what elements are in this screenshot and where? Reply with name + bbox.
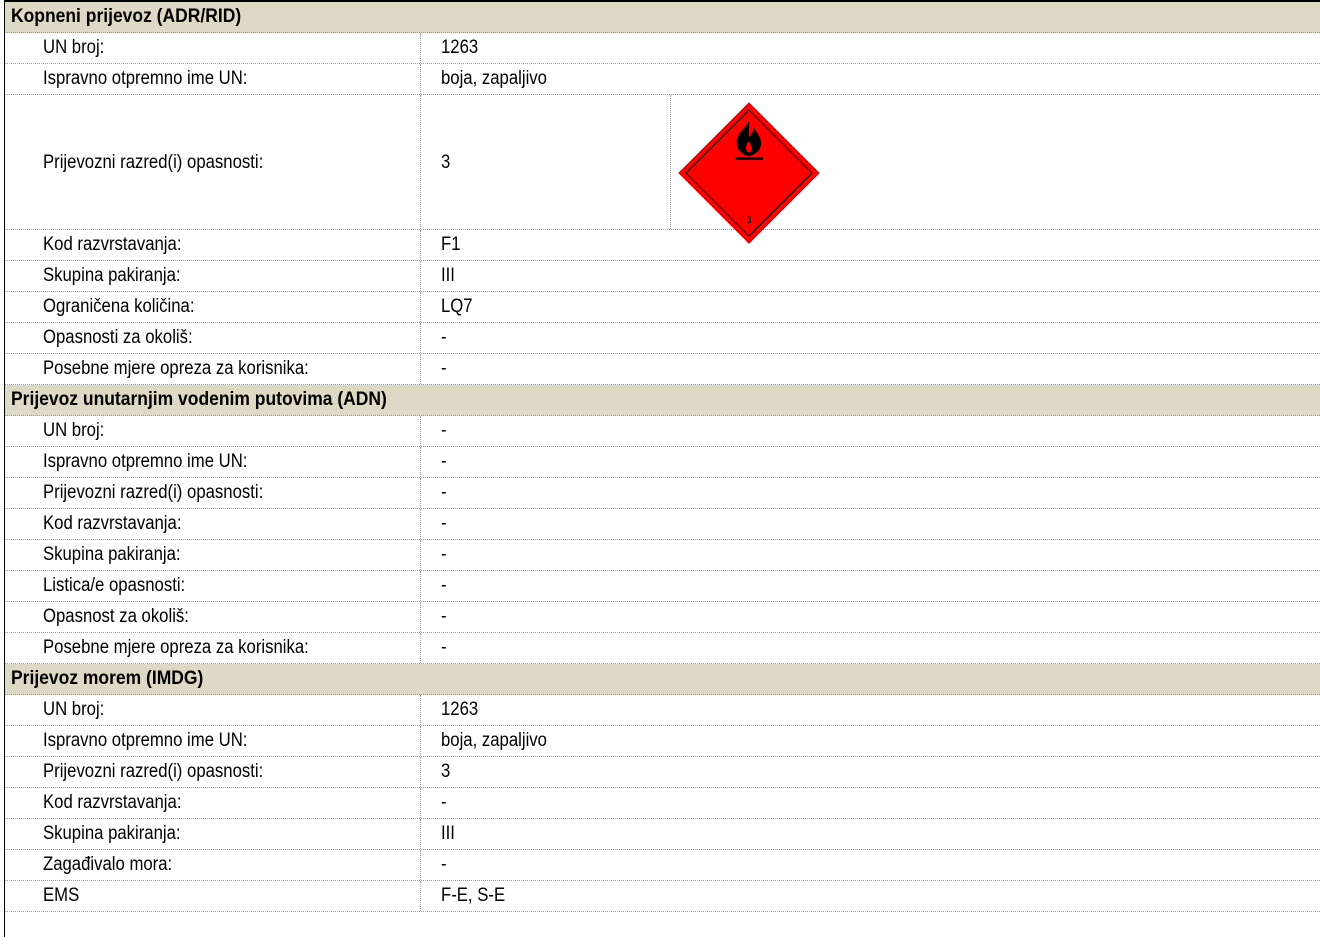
table-row: Skupina pakiranja: III	[5, 819, 1320, 850]
transport-info-table: Kopneni prijevoz (ADR/RID) UN broj: 1263…	[4, 0, 1320, 937]
table-row: Opasnosti za okoliš: -	[5, 323, 1320, 354]
section-header-imdg: Prijevoz morem (IMDG)	[5, 664, 1320, 695]
table-row: Ispravno otpremno ime UN: boja, zapaljiv…	[5, 64, 1320, 95]
table-row: EMS F-E, S-E	[5, 881, 1320, 912]
table-row: Opasnost za okoliš: -	[5, 602, 1320, 633]
row-value: III	[441, 265, 455, 286]
row-label: Prijevozni razred(i) opasnosti:	[5, 95, 421, 229]
row-value: boja, zapaljivo	[441, 730, 547, 751]
table-row-hazard-class: Prijevozni razred(i) opasnosti: 3	[5, 95, 1320, 230]
table-row: Prijevozni razred(i) opasnosti: -	[5, 478, 1320, 509]
row-value: 3	[441, 761, 451, 782]
table-row: Ispravno otpremno ime UN: boja, zapaljiv…	[5, 726, 1320, 757]
row-value: -	[441, 606, 447, 627]
row-value: -	[441, 575, 447, 596]
table-row: Prijevozni razred(i) opasnosti: 3	[5, 757, 1320, 788]
row-value: -	[441, 513, 447, 534]
row-label: Prijevozni razred(i) opasnosti:	[5, 478, 421, 508]
row-label: Prijevozni razred(i) opasnosti:	[5, 757, 421, 787]
row-value: -	[441, 327, 447, 348]
row-value: boja, zapaljivo	[441, 68, 547, 89]
row-value: III	[441, 823, 455, 844]
row-value: -	[441, 420, 447, 441]
row-label: Skupina pakiranja:	[5, 261, 421, 291]
row-label: UN broj:	[5, 695, 421, 725]
row-value: -	[441, 854, 447, 875]
section-header-adr-rid: Kopneni prijevoz (ADR/RID)	[5, 2, 1320, 33]
row-value: LQ7	[441, 296, 473, 317]
table-row: UN broj: -	[5, 416, 1320, 447]
svg-text:3: 3	[746, 215, 751, 225]
table-row: Posebne mjere opreza za korisnika: -	[5, 354, 1320, 385]
row-label: Ispravno otpremno ime UN:	[5, 64, 421, 94]
table-row: Kod razvrstavanja: -	[5, 509, 1320, 540]
row-value: -	[441, 482, 447, 503]
row-value: -	[441, 637, 447, 658]
table-row: Zagađivalo mora: -	[5, 850, 1320, 881]
row-label: Skupina pakiranja:	[5, 540, 421, 570]
table-row: Kod razvrstavanja: F1	[5, 230, 1320, 261]
row-label: Ispravno otpremno ime UN:	[5, 447, 421, 477]
table-row: Listica/e opasnosti: -	[5, 571, 1320, 602]
row-label: Skupina pakiranja:	[5, 819, 421, 849]
row-label: Zagađivalo mora:	[5, 850, 421, 880]
row-value: -	[441, 358, 447, 379]
row-value: -	[441, 792, 447, 813]
row-value: -	[441, 544, 447, 565]
row-label: Posebne mjere opreza za korisnika:	[5, 354, 421, 384]
row-label: Posebne mjere opreza za korisnika:	[5, 633, 421, 663]
table-row: Posebne mjere opreza za korisnika: -	[5, 633, 1320, 664]
table-row: UN broj: 1263	[5, 695, 1320, 726]
row-label: Kod razvrstavanja:	[5, 230, 421, 260]
row-label: Ispravno otpremno ime UN:	[5, 726, 421, 756]
row-value: F-E, S-E	[441, 885, 506, 906]
table-row: UN broj: 1263	[5, 33, 1320, 64]
row-label: Kod razvrstavanja:	[5, 788, 421, 818]
flammable-liquid-class-3-icon: 3	[677, 101, 821, 245]
table-row: Skupina pakiranja: -	[5, 540, 1320, 571]
table-row: Ispravno otpremno ime UN: -	[5, 447, 1320, 478]
section-header-adn: Prijevoz unutarnjim vodenim putovima (AD…	[5, 385, 1320, 416]
row-value: -	[441, 451, 447, 472]
row-label: UN broj:	[5, 33, 421, 63]
row-label: Ograničena količina:	[5, 292, 421, 322]
row-label: Opasnosti za okoliš:	[5, 323, 421, 353]
row-value: 1263	[441, 699, 479, 720]
row-label: Opasnost za okoliš:	[5, 602, 421, 632]
table-row: Ograničena količina: LQ7	[5, 292, 1320, 323]
table-row: Kod razvrstavanja: -	[5, 788, 1320, 819]
row-value: 3	[441, 152, 451, 173]
row-label: Kod razvrstavanja:	[5, 509, 421, 539]
row-value: 1263	[441, 37, 479, 58]
table-row: Skupina pakiranja: III	[5, 261, 1320, 292]
row-value: F1	[441, 234, 461, 255]
row-label: Listica/e opasnosti:	[5, 571, 421, 601]
row-label: UN broj:	[5, 416, 421, 446]
row-label: EMS	[5, 881, 421, 911]
